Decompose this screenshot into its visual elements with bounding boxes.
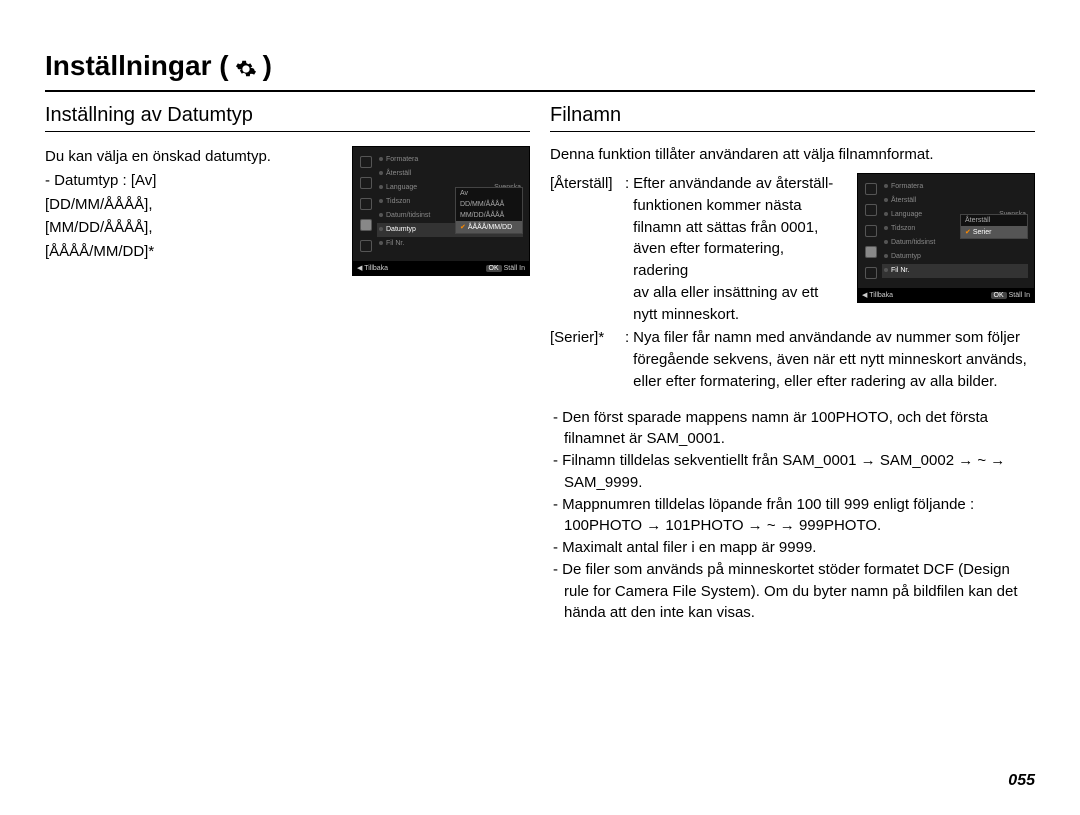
left-text-block: Du kan välja en önskad datumtyp. - Datum… xyxy=(45,146,334,265)
content-columns: Inställning av Datumtyp Du kan välja en … xyxy=(45,104,1035,624)
page-title-prefix: Inställningar ( xyxy=(45,50,229,82)
gear-icon xyxy=(235,55,257,77)
bullet-list: Den först sparade mappens namn är 100PHO… xyxy=(550,407,1035,625)
bullet-3: Maximalt antal filer i en mapp är 9999. xyxy=(550,537,1035,559)
right-defs: [Återställ] : Efter användande av återst… xyxy=(550,173,839,327)
right-intro: Denna funktion tillåter användaren att v… xyxy=(550,146,1035,163)
right-section-title: Filnamn xyxy=(550,104,1035,132)
left-section-title: Inställning av Datumtyp xyxy=(45,104,530,132)
bullet-0: Den först sparade mappens namn är 100PHO… xyxy=(550,407,1035,451)
def-key-1: [Serier]* xyxy=(550,327,625,392)
def-colon-0: : xyxy=(625,173,629,325)
camera-screen-right: FormateraÅterställLanguageSvenskaTidszon… xyxy=(857,173,1035,303)
datetype-opt-3: [ÅÅÅÅ/MM/DD]* xyxy=(45,241,334,263)
def-row-1: [Serier]* : Nya filer får namn med använ… xyxy=(550,327,1035,392)
def-val-1: Nya filer får namn med användande av num… xyxy=(633,327,1035,392)
page-title-suffix: ) xyxy=(263,50,272,82)
datetype-opt-2: [MM/DD/ÅÅÅÅ], xyxy=(45,217,334,239)
bullet-1: Filnamn tilldelas sekventiellt från SAM_… xyxy=(550,450,1035,494)
def-row-0: [Återställ] : Efter användande av återst… xyxy=(550,173,839,325)
camera-screen-left: FormateraÅterställLanguageSvenskaTidszon… xyxy=(352,146,530,276)
page-number: 055 xyxy=(1008,772,1035,790)
right-column: Filnamn Denna funktion tillåter användar… xyxy=(550,104,1035,624)
datetype-opt-1: [DD/MM/ÅÅÅÅ], xyxy=(45,194,334,216)
left-intro: Du kan välja en önskad datumtyp. xyxy=(45,146,334,168)
page-title: Inställningar ( ) xyxy=(45,50,1035,92)
bullet-2: Mappnumren tilldelas löpande från 100 ti… xyxy=(550,494,1035,538)
left-column: Inställning av Datumtyp Du kan välja en … xyxy=(45,104,530,624)
manual-page: Inställningar ( ) Inställning av Datumty… xyxy=(0,0,1080,815)
def-key-0: [Återställ] xyxy=(550,173,625,325)
right-def-2: [Serier]* : Nya filer får namn med använ… xyxy=(550,327,1035,392)
datetype-opt-0: [Av] xyxy=(131,172,157,189)
def-colon-1: : xyxy=(625,327,629,392)
datetype-label: - Datumtyp : xyxy=(45,172,127,189)
bullet-4: De filer som används på minneskortet stö… xyxy=(550,559,1035,624)
def-val-0: Efter användande av återställ- funktione… xyxy=(633,173,839,325)
